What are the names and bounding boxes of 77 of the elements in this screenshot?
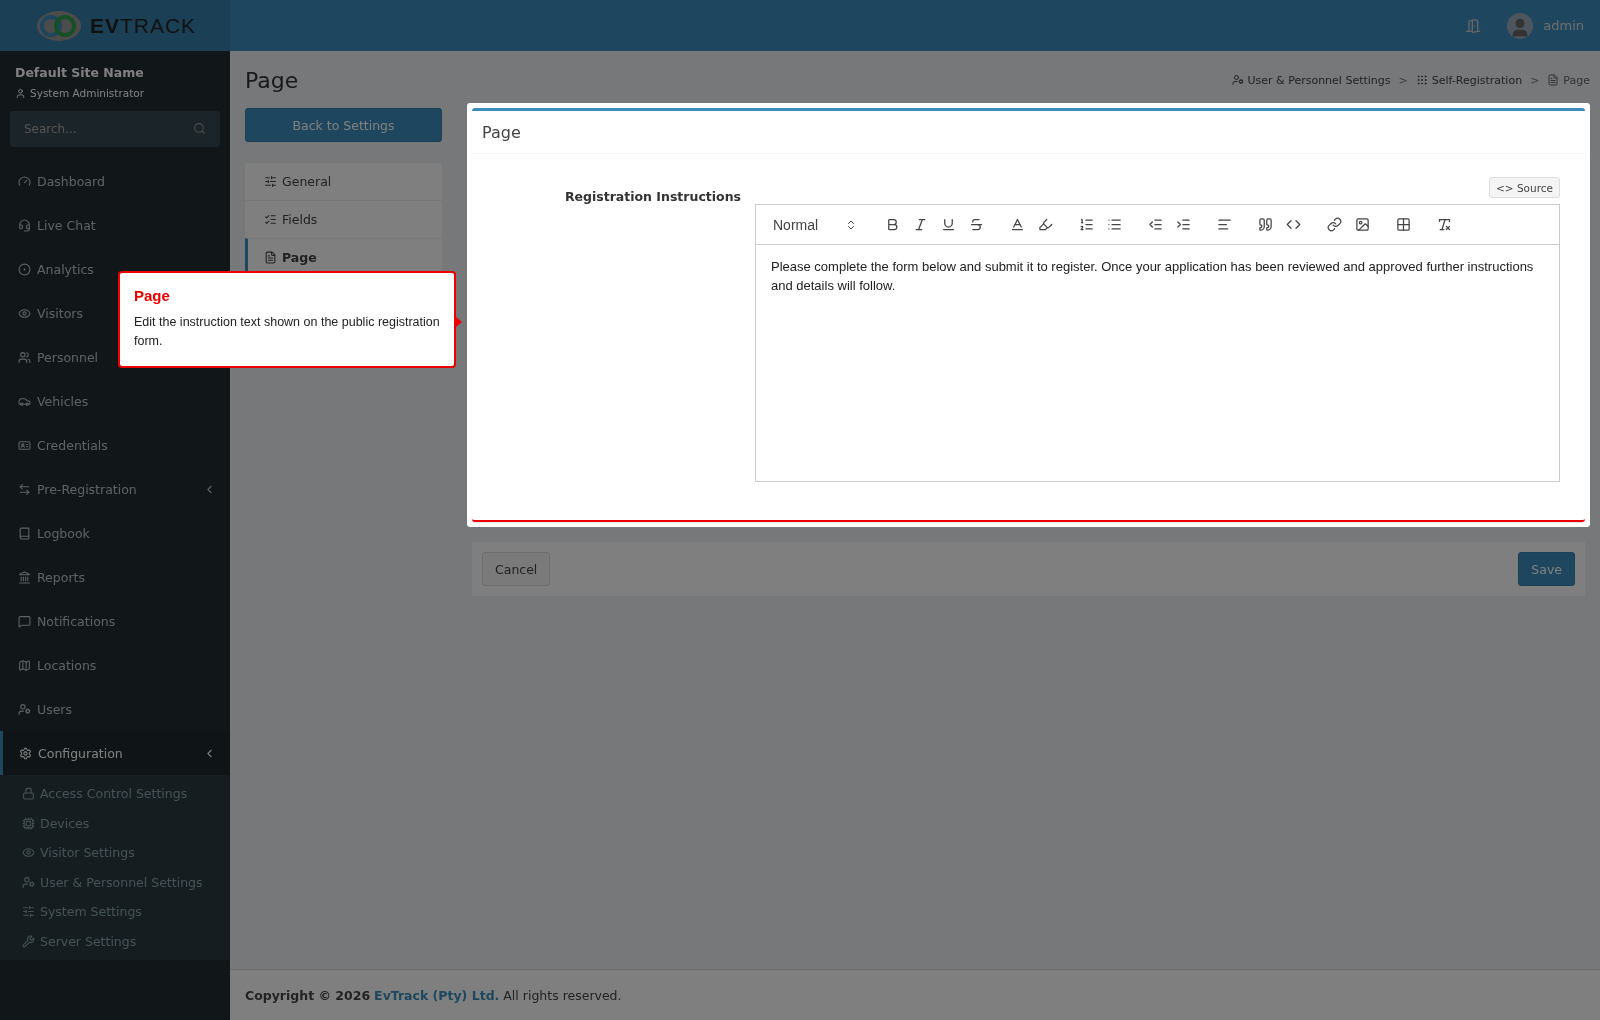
site-name: Default Site Name bbox=[15, 65, 145, 80]
popover-text: Edit the instruction text shown on the public registration form. bbox=[134, 314, 440, 350]
numbered-list-icon bbox=[1078, 217, 1094, 232]
menu-item[interactable]: General bbox=[245, 162, 442, 200]
align-left-icon bbox=[1216, 217, 1232, 232]
code-icon bbox=[1285, 217, 1301, 232]
gauge-icon bbox=[18, 174, 31, 188]
user-role: System Administrator bbox=[30, 87, 145, 99]
sidebar-item[interactable]: Locations bbox=[0, 643, 230, 687]
settings-icon bbox=[19, 746, 32, 760]
target-icon bbox=[18, 262, 31, 276]
sidebar-item[interactable]: Logbook bbox=[0, 511, 230, 555]
format-select[interactable]: Normal bbox=[773, 216, 857, 233]
search-icon bbox=[193, 122, 206, 135]
breadcrumb-link[interactable]: Self-Registration bbox=[1431, 73, 1523, 87]
clear-format-icon bbox=[1436, 217, 1452, 232]
editor-content[interactable]: Please complete the form below and submit it to register. Once your application has been reviewed and approved further instructions and details will follow. bbox=[756, 245, 1559, 481]
user-name[interactable]: admin bbox=[1543, 18, 1584, 33]
sidebar-item[interactable]: Notifications bbox=[0, 599, 230, 643]
sliders-icon bbox=[22, 905, 35, 919]
sliders-icon bbox=[264, 175, 277, 188]
logo-text: EVTRACK bbox=[89, 13, 197, 38]
checklist-icon bbox=[264, 213, 277, 226]
chip-icon bbox=[22, 816, 35, 830]
search-field[interactable]: Search... bbox=[10, 111, 220, 147]
copyright-text: Copyright © 2026 EvTrack (Pty) Ltd. All rights reserved. bbox=[245, 987, 622, 1003]
italic-icon bbox=[912, 217, 928, 232]
cancel-button[interactable]: Cancel bbox=[482, 552, 551, 586]
breadcrumb-link[interactable]: User & Personnel Settings bbox=[1247, 73, 1391, 87]
building-icon bbox=[18, 570, 31, 584]
user-icon bbox=[15, 87, 26, 99]
wrench-icon bbox=[22, 934, 35, 948]
users-icon bbox=[18, 350, 31, 364]
breadcrumb-separator: > bbox=[1398, 73, 1408, 87]
menu-item[interactable]: Fields bbox=[245, 200, 442, 238]
user-gear-icon bbox=[22, 875, 35, 889]
image-icon bbox=[1354, 217, 1370, 232]
document-icon bbox=[264, 251, 277, 264]
document-icon bbox=[1547, 74, 1560, 86]
eye-icon bbox=[22, 846, 35, 860]
book-icon bbox=[18, 526, 31, 540]
field-label: Registration Instructions bbox=[563, 188, 742, 206]
outdent-icon bbox=[1147, 217, 1163, 232]
indent-icon bbox=[1175, 217, 1191, 232]
arrows-icon bbox=[18, 482, 31, 496]
sidebar-item[interactable]: Pre-Registration bbox=[0, 467, 230, 511]
link-icon bbox=[1326, 217, 1342, 232]
user-gear-icon bbox=[1231, 74, 1244, 86]
up-down-icon bbox=[845, 218, 857, 231]
sidebar-item[interactable]: Users bbox=[0, 687, 230, 731]
back-button[interactable]: Back to Settings bbox=[245, 108, 442, 142]
strikethrough-icon bbox=[968, 217, 984, 232]
sidebar-item[interactable]: Live Chat bbox=[0, 203, 230, 247]
sidebar-item[interactable]: Vehicles bbox=[0, 379, 230, 423]
sidebar-item[interactable]: Credentials bbox=[0, 423, 230, 467]
user-gear-icon bbox=[18, 702, 31, 716]
eye-icon bbox=[18, 306, 31, 320]
page-title: Page bbox=[245, 67, 299, 93]
company-link[interactable]: EvTrack (Pty) Ltd. bbox=[374, 987, 500, 1003]
bullet-list-icon bbox=[1106, 217, 1122, 232]
underline-icon bbox=[940, 217, 956, 232]
sidebar-item[interactable]: Reports bbox=[0, 555, 230, 599]
highlight-icon bbox=[1037, 217, 1053, 232]
quote-icon bbox=[1257, 217, 1273, 232]
table-icon bbox=[1395, 217, 1411, 232]
map-icon bbox=[18, 658, 31, 672]
headset-icon bbox=[18, 218, 31, 232]
text-color-icon bbox=[1009, 217, 1025, 232]
save-button[interactable]: Save bbox=[1518, 552, 1575, 586]
lock-icon bbox=[22, 787, 35, 801]
source-button[interactable]: <> Source bbox=[1489, 177, 1560, 198]
grid-icon bbox=[1415, 74, 1428, 86]
card-title: Page bbox=[482, 122, 521, 142]
sidebar-item[interactable]: Dashboard bbox=[0, 159, 230, 203]
id-card-icon bbox=[18, 438, 31, 452]
chat-icon bbox=[18, 614, 31, 628]
breadcrumb-separator: > bbox=[1530, 73, 1540, 87]
